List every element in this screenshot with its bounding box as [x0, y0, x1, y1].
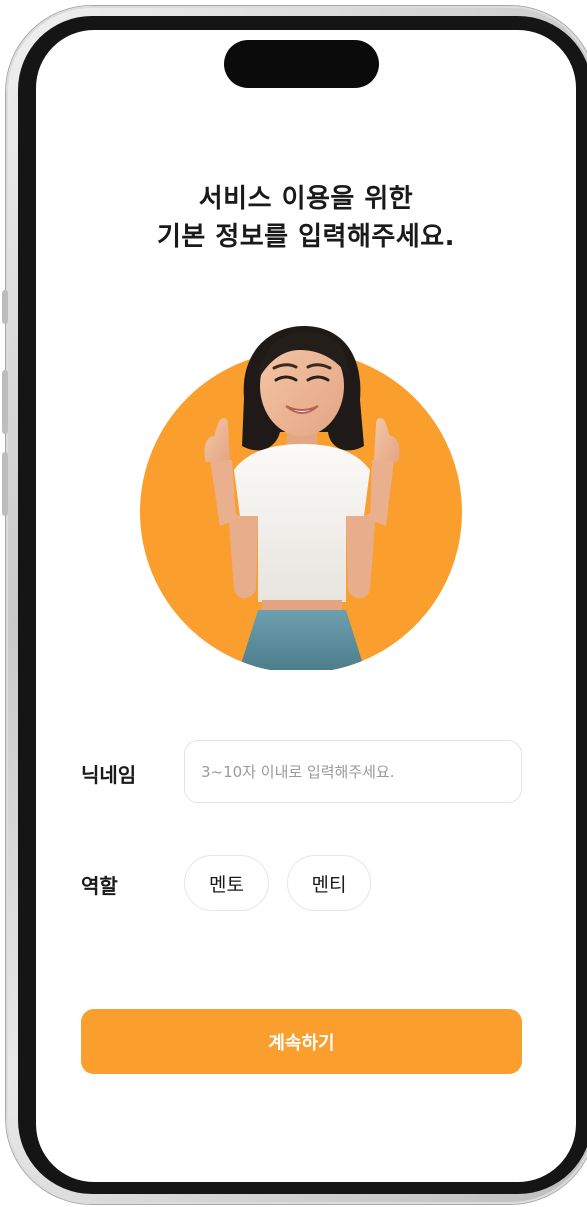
woman-fingers-crossed-illustration: [140, 326, 462, 670]
nickname-label: 닉네임: [81, 763, 137, 787]
dynamic-island: [224, 40, 379, 88]
page-title: 서비스 이용을 위한 기본 정보를 입력해주세요.: [36, 180, 576, 256]
side-button-volume-down: [2, 452, 8, 516]
nickname-input[interactable]: [184, 740, 522, 803]
side-button-silent: [2, 290, 8, 324]
continue-button[interactable]: 계속하기: [81, 1009, 522, 1074]
skirt: [236, 610, 368, 670]
role-option-mentee[interactable]: 멘티: [287, 855, 371, 911]
page-title-line-2: 기본 정보를 입력해주세요.: [156, 222, 456, 252]
side-button-volume-up: [2, 370, 8, 434]
role-option-mentor[interactable]: 멘토: [184, 855, 269, 911]
role-label: 역할: [81, 874, 118, 898]
page-title-line-1: 서비스 이용을 위한: [198, 184, 414, 214]
